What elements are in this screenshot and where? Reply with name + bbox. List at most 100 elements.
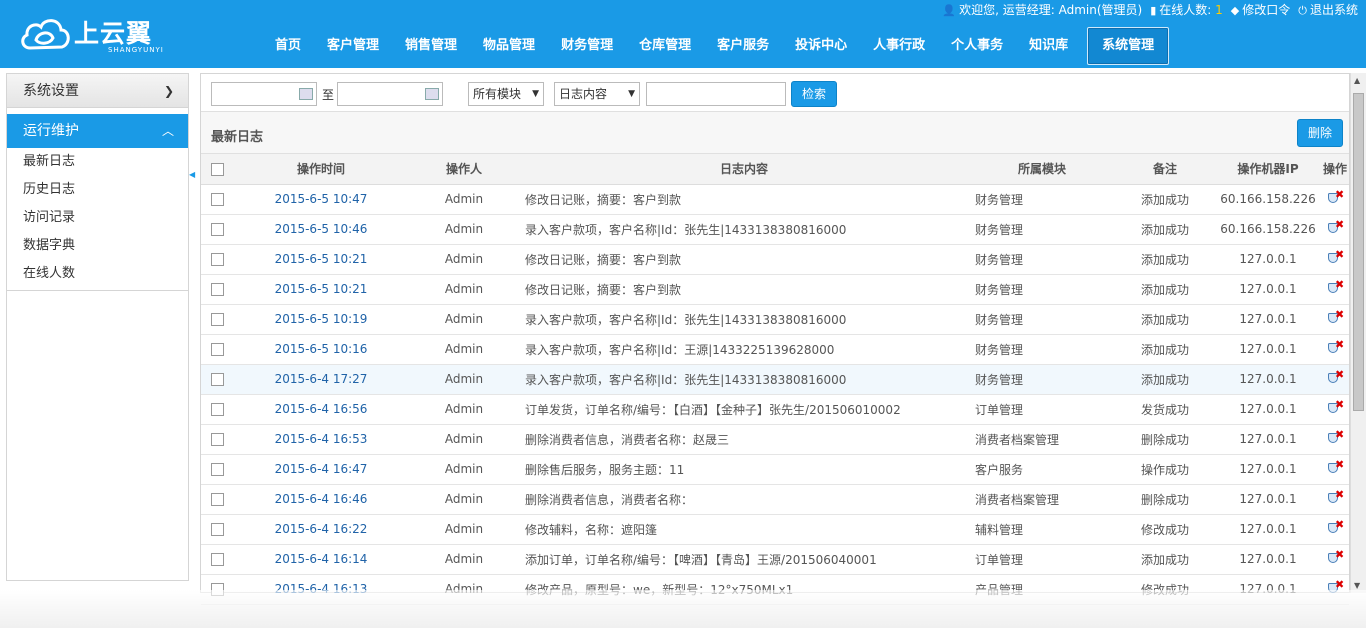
nav-item-home[interactable]: 首页 xyxy=(262,27,314,65)
table-row[interactable]: 2015-6-4 16:22 Admin 修改辅料，名称：遮阳篷 辅料管理 修改成功 12… xyxy=(201,514,1349,545)
row-time[interactable]: 2015-6-4 16:53 xyxy=(233,424,409,455)
delete-button[interactable]: 删除 xyxy=(1297,119,1343,147)
end-date-input[interactable] xyxy=(337,82,443,106)
row-time[interactable]: 2015-6-4 16:14 xyxy=(233,544,409,575)
header-time[interactable]: 操作时间 xyxy=(233,154,409,185)
nav-item-complaints[interactable]: 投诉中心 xyxy=(782,27,860,65)
table-row[interactable]: 2015-6-5 10:19 Admin 录入客户款项，客户名称|Id：张先生|14… xyxy=(201,304,1349,335)
vertical-scrollbar[interactable]: ▲ ▼ xyxy=(1350,73,1366,593)
collapse-sidebar-icon[interactable]: ◀ xyxy=(189,170,195,190)
calendar-icon[interactable] xyxy=(299,88,313,100)
nav-item-goods[interactable]: 物品管理 xyxy=(470,27,548,65)
header-note[interactable]: 备注 xyxy=(1115,154,1215,185)
nav-item-finance[interactable]: 财务管理 xyxy=(548,27,626,65)
table-row[interactable]: 2015-6-4 16:46 Admin 删除消费者信息，消费者名称： 消费者档案管理… xyxy=(201,484,1349,515)
row-time[interactable]: 2015-6-5 10:46 xyxy=(233,214,409,245)
row-checkbox[interactable] xyxy=(210,343,224,356)
header-ip[interactable]: 操作机器IP xyxy=(1215,154,1321,185)
header-user[interactable]: 操作人 xyxy=(409,154,519,185)
sidebar-item-latest-log[interactable]: 最新日志 xyxy=(7,148,188,176)
module-select[interactable]: 所有模块 ▼ xyxy=(468,82,544,106)
table-row[interactable]: 2015-6-5 10:16 Admin 录入客户款项，客户名称|Id：王源|143… xyxy=(201,334,1349,365)
nav-item-service[interactable]: 客户服务 xyxy=(704,27,782,65)
table-row[interactable]: 2015-6-4 16:53 Admin 删除消费者信息，消费者名称：赵晟三 消费者档… xyxy=(201,424,1349,455)
nav-item-system[interactable]: 系统管理 xyxy=(1087,27,1170,65)
scroll-down-icon[interactable]: ▼ xyxy=(1354,581,1360,590)
row-time[interactable]: 2015-6-5 10:16 xyxy=(233,334,409,365)
delete-log-icon[interactable]: ✖ xyxy=(1327,398,1344,416)
table-row[interactable]: 2015-6-5 10:21 Admin 修改日记账，摘要：客户到款 财务管理 添加成功… xyxy=(201,244,1349,275)
row-checkbox[interactable] xyxy=(210,283,224,296)
logout-link[interactable]: ⏻ 退出系统 xyxy=(1298,1,1358,18)
row-checkbox[interactable] xyxy=(210,193,224,206)
row-checkbox[interactable] xyxy=(210,313,224,326)
delete-log-icon[interactable]: ✖ xyxy=(1327,308,1344,326)
search-button[interactable]: 检索 xyxy=(791,81,837,107)
nav-item-warehouse[interactable]: 仓库管理 xyxy=(626,27,704,65)
row-time[interactable]: 2015-6-4 16:46 xyxy=(233,484,409,515)
delete-log-icon[interactable]: ✖ xyxy=(1327,548,1344,566)
nav-item-sales[interactable]: 销售管理 xyxy=(392,27,470,65)
row-time[interactable]: 2015-6-4 16:47 xyxy=(233,454,409,485)
row-checkbox[interactable] xyxy=(210,223,224,236)
delete-log-icon[interactable]: ✖ xyxy=(1327,488,1344,506)
delete-log-icon[interactable]: ✖ xyxy=(1327,428,1344,446)
row-checkbox[interactable] xyxy=(210,403,224,416)
row-time[interactable]: 2015-6-4 16:22 xyxy=(233,514,409,545)
header-module[interactable]: 所属模块 xyxy=(969,154,1115,185)
nav-item-personal[interactable]: 个人事务 xyxy=(938,27,1016,65)
keyword-input[interactable] xyxy=(646,82,786,106)
table-row[interactable]: 2015-6-4 16:47 Admin 删除售后服务，服务主题：11 客户服务 操作成… xyxy=(201,454,1349,485)
row-time[interactable]: 2015-6-5 10:19 xyxy=(233,304,409,335)
row-checkbox[interactable] xyxy=(210,493,224,506)
row-checkbox[interactable] xyxy=(210,463,224,476)
header-content[interactable]: 日志内容 xyxy=(519,154,969,185)
scrollbar-thumb[interactable] xyxy=(1353,93,1364,411)
sidebar-group-maintenance[interactable]: 运行维护 ︿ xyxy=(7,114,188,148)
table-row[interactable]: 2015-6-5 10:47 Admin 修改日记账，摘要：客户到款 财务管理 添加成功… xyxy=(201,184,1349,215)
table-row[interactable]: 2015-6-5 10:21 Admin 修改日记账，摘要：客户到款 财务管理 添加成功… xyxy=(201,274,1349,305)
row-checkbox[interactable] xyxy=(210,553,224,566)
table-row[interactable]: 2015-6-4 17:27 Admin 录入客户款项，客户名称|Id：张先生|14… xyxy=(201,364,1349,395)
online-users[interactable]: ▮ 在线人数: 1 xyxy=(1150,1,1223,18)
delete-log-icon[interactable]: ✖ xyxy=(1327,338,1344,356)
sidebar-item-online-users[interactable]: 在线人数 xyxy=(7,260,188,288)
delete-log-icon[interactable]: ✖ xyxy=(1327,188,1344,206)
nav-item-hr[interactable]: 人事行政 xyxy=(860,27,938,65)
nav-item-knowledge[interactable]: 知识库 xyxy=(1016,27,1081,65)
sidebar-item-access-log[interactable]: 访问记录 xyxy=(7,204,188,232)
row-checkbox[interactable] xyxy=(210,253,224,266)
calendar-icon[interactable] xyxy=(425,88,439,100)
field-select[interactable]: 日志内容 ▼ xyxy=(554,82,640,106)
sidebar-item-data-dict[interactable]: 数据字典 xyxy=(7,232,188,260)
select-all-checkbox[interactable] xyxy=(210,162,224,176)
delete-log-icon[interactable]: ✖ xyxy=(1327,278,1344,296)
row-time[interactable]: 2015-6-5 10:21 xyxy=(233,244,409,275)
row-checkbox[interactable] xyxy=(210,523,224,536)
row-checkbox[interactable] xyxy=(210,433,224,446)
start-date-input[interactable] xyxy=(211,82,317,106)
row-checkbox[interactable] xyxy=(210,373,224,386)
row-time[interactable]: 2015-6-5 10:21 xyxy=(233,274,409,305)
delete-log-icon[interactable]: ✖ xyxy=(1327,458,1344,476)
delete-log-icon[interactable]: ✖ xyxy=(1327,368,1344,386)
caret-down-icon: ▼ xyxy=(628,89,635,99)
table-row[interactable]: 2015-6-5 10:46 Admin 录入客户款项，客户名称|Id：张先生|14… xyxy=(201,214,1349,245)
log-table: 操作时间 操作人 日志内容 所属模块 备注 操作机器IP 操作 2015-6-5… xyxy=(201,154,1349,605)
nav-item-customer[interactable]: 客户管理 xyxy=(314,27,392,65)
delete-log-icon[interactable]: ✖ xyxy=(1327,218,1344,236)
row-time[interactable]: 2015-6-4 16:56 xyxy=(233,394,409,425)
row-checkbox-cell xyxy=(201,514,233,545)
sidebar-group-settings[interactable]: 系统设置 ❯ xyxy=(7,74,188,108)
change-password-link[interactable]: ◆ 修改口令 xyxy=(1231,1,1290,18)
logo[interactable]: 上云翼 SHANGYUNYI xyxy=(20,10,200,60)
delete-log-icon[interactable]: ✖ xyxy=(1327,518,1344,536)
table-row[interactable]: 2015-6-4 16:56 Admin 订单发货，订单名称/编号：【白酒】【金种子… xyxy=(201,394,1349,425)
delete-log-icon[interactable]: ✖ xyxy=(1327,248,1344,266)
sidebar-item-history-log[interactable]: 历史日志 xyxy=(7,176,188,204)
table-row[interactable]: 2015-6-4 16:14 Admin 添加订单，订单名称/编号：【啤酒】【青岛】… xyxy=(201,544,1349,575)
row-time[interactable]: 2015-6-5 10:47 xyxy=(233,184,409,215)
row-time[interactable]: 2015-6-4 17:27 xyxy=(233,364,409,395)
scroll-up-icon[interactable]: ▲ xyxy=(1354,76,1360,85)
cloud-logo-icon xyxy=(21,19,70,50)
